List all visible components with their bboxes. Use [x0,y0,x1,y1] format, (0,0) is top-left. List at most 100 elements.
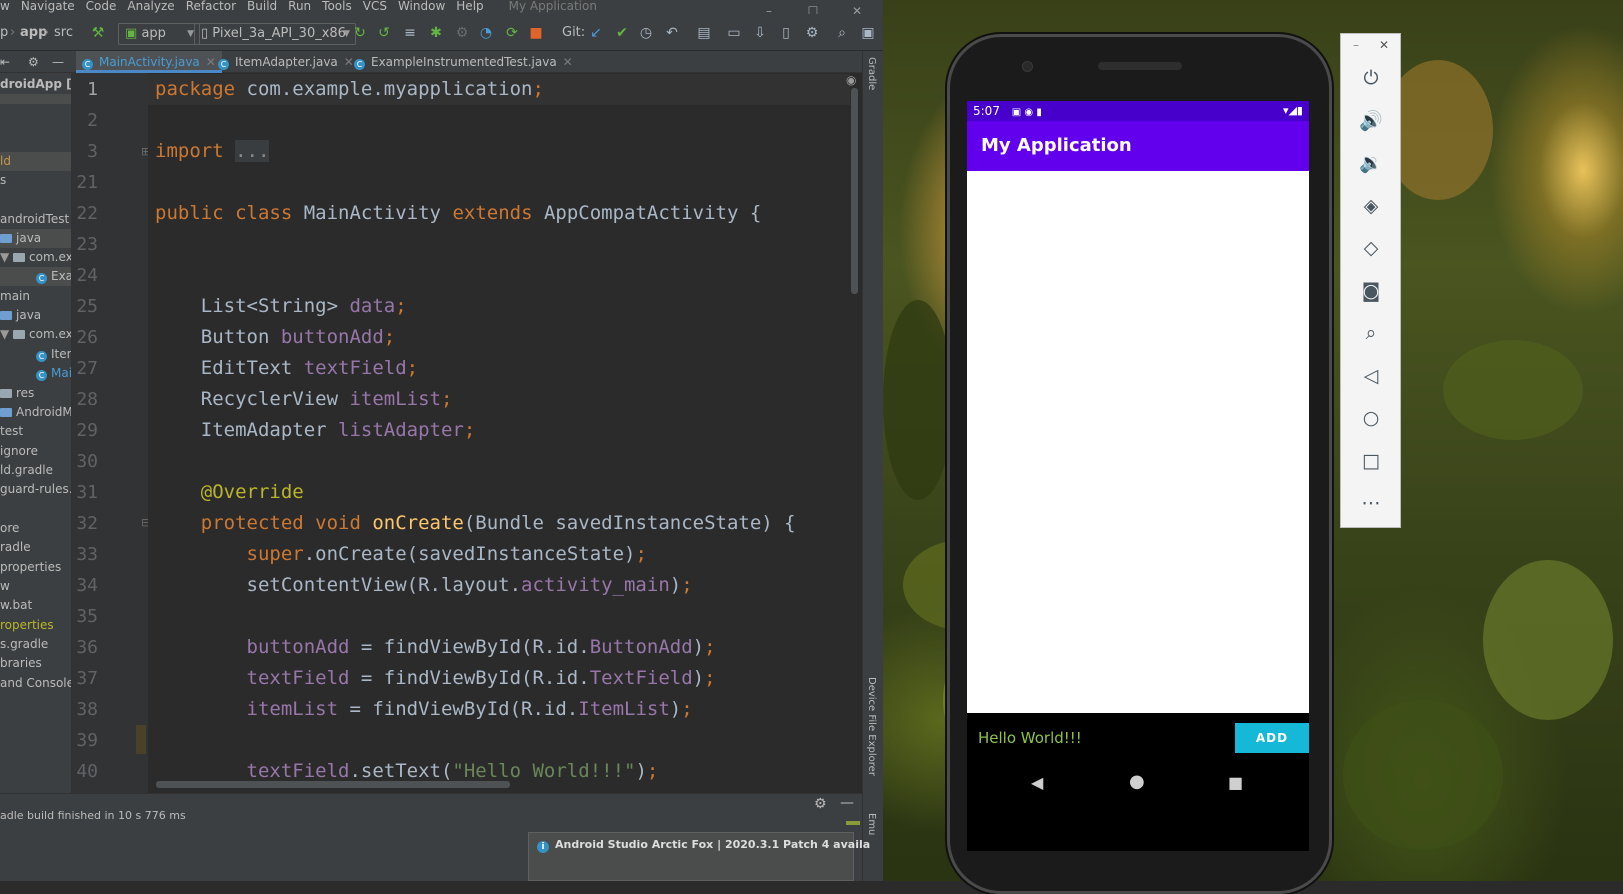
sync-icon[interactable]: ⟳ [504,25,520,41]
tab-main-activity[interactable]: C MainActivity.java ✕ [76,51,222,73]
menu-item-build[interactable]: Build [247,0,277,12]
text-field[interactable]: Hello World!!! [978,729,1082,747]
gear-icon[interactable]: ⚙ [814,796,827,812]
code-line-37[interactable]: textField = findViewById(R.id.TextField)… [155,663,716,694]
tree-item-settings-gradle[interactable]: s.gradle [0,635,48,654]
attach-debugger-icon[interactable]: ⚙ [454,25,470,41]
apply-changes-icon[interactable]: ↻ [352,25,368,41]
tree-item[interactable]: s [0,171,6,190]
run-config-select[interactable]: ▣ app ▼ [118,23,200,45]
tree-item-external-libraries[interactable]: braries [0,654,42,673]
tree-item-android-test[interactable]: androidTest [0,210,69,229]
project-root[interactable]: droidApp [My [0,75,71,94]
gradle-tool-button[interactable]: Gradle [866,57,877,90]
menu-item-navigate[interactable]: Navigate [21,0,75,12]
home-nav-icon[interactable]: ● [1129,771,1145,792]
menu-item-help[interactable]: Help [456,0,483,12]
history-icon[interactable]: ◷ [638,25,654,41]
tree-item-gradlew-bat[interactable]: w.bat [0,596,32,615]
tree-item-class[interactable]: C Mai [0,364,71,383]
close-icon[interactable]: ✕ [1379,38,1389,52]
folded-imports[interactable]: ... [235,140,270,162]
minimize-panel-icon[interactable]: — [840,795,854,811]
avd-manager-icon[interactable]: ▭ [726,25,742,41]
inspector-icon[interactable]: ⚙ [804,25,820,41]
add-button[interactable]: ADD [1235,723,1309,753]
tree-item-java[interactable]: java [0,229,71,248]
tree-item-test[interactable]: test [0,422,23,441]
code-line-22[interactable]: public class MainActivity extends AppCom… [155,198,761,229]
stop-icon[interactable]: ■ [528,25,544,41]
tree-item-build-gradle[interactable]: ld.gradle [0,461,53,480]
project-structure-icon[interactable]: ▤ [696,25,712,41]
recents-nav-icon[interactable]: ■ [1228,773,1243,792]
git-commit-icon[interactable]: ✔ [614,25,630,41]
code-line-26[interactable]: Button buttonAdd; [155,322,396,353]
code-line-27[interactable]: EditText textField; [155,353,418,384]
tree-item-build[interactable]: ld [0,152,71,171]
update-notification[interactable]: i Android Studio Arctic Fox | 2020.3.1 Pa… [528,832,870,881]
back-nav-icon[interactable]: ◀ [1031,773,1043,792]
tree-item-package[interactable]: ▼ com.ex [0,325,71,344]
minimize-panel-icon[interactable]: — [52,51,64,73]
tree-item-package[interactable]: ▼ com.ex [0,248,71,267]
volume-up-icon[interactable]: 🔊 [1359,109,1383,133]
code-line-29[interactable]: ItemAdapter listAdapter; [155,415,476,446]
sdk-manager-icon[interactable]: ⇩ [752,25,768,41]
tab-item-adapter[interactable]: C ItemAdapter.java ✕ [212,51,360,73]
tree-selection[interactable] [0,94,71,104]
rotate-left-icon[interactable]: ◈ [1359,194,1383,218]
tree-item-gradlew[interactable]: w [0,577,10,596]
code-line-31[interactable]: @Override [155,477,304,508]
close-tab-icon[interactable]: ✕ [563,55,573,69]
debug-icon[interactable]: ✱ [428,25,444,41]
gear-icon[interactable]: ⚙ [28,51,39,73]
back-icon[interactable]: ◁ [1359,364,1383,388]
search-icon[interactable]: ⌕ [834,25,850,41]
editor-horizontal-scrollbar[interactable] [156,781,510,788]
code-editor[interactable]: package com.example.myapplication; impor… [148,73,850,793]
menu-item-window[interactable]: Window [398,0,445,12]
tree-item-manifest[interactable]: AndroidM [0,403,71,422]
tree-item-local-properties[interactable]: roperties [0,616,54,635]
reader-mode-icon[interactable]: ◉ [846,73,856,87]
code-line-33[interactable]: super.onCreate(savedInstanceState); [155,539,647,570]
minimize-icon[interactable]: – [1353,38,1359,52]
code-line-25[interactable]: List<String> data; [155,291,407,322]
menu-item-view[interactable]: w [0,0,10,12]
zoom-icon[interactable]: ⌕ [1359,321,1383,345]
volume-down-icon[interactable]: 🔉 [1359,151,1383,175]
home-icon[interactable]: ○ [1359,406,1383,430]
tree-item-java[interactable]: java [0,306,41,325]
breadcrumb-p[interactable]: p [0,23,8,43]
menu-item-code[interactable]: Code [86,0,117,12]
tree-item-root-gradle[interactable]: radle [0,538,31,557]
device-file-explorer-tool-button[interactable]: Device File Explorer [866,677,877,776]
code-line-1[interactable]: package com.example.myapplication; [148,74,850,105]
editor-vertical-scrollbar[interactable] [851,88,858,294]
code-line-32[interactable]: protected void onCreate(Bundle savedInst… [155,508,796,539]
menu-item-tools[interactable]: Tools [322,0,352,12]
rotate-right-icon[interactable]: ◇ [1359,236,1383,260]
tree-item-class[interactable]: C Exa [0,267,71,286]
code-line-36[interactable]: buttonAdd = findViewById(R.id.ButtonAdd)… [155,632,716,663]
emulator-tool-button[interactable]: Emu [866,813,877,835]
tree-item-gradle-properties[interactable]: properties [0,558,61,577]
menu-item-refactor[interactable]: Refactor [186,0,236,12]
tree-item-res[interactable]: res [0,384,34,403]
code-line-34[interactable]: setContentView(R.layout.activity_main); [155,570,693,601]
tree-item-gitignore[interactable]: ignore [0,442,38,461]
camera-icon[interactable]: ◙ [1359,279,1383,303]
code-line-38[interactable]: itemList = findViewById(R.id.ItemList); [155,694,693,725]
code-line-3[interactable]: import ... [155,136,270,167]
tree-item-gitignore-root[interactable]: ore [0,519,19,538]
git-update-icon[interactable]: ↙ [588,25,604,41]
hammer-icon[interactable]: ⚒ [90,25,106,41]
tree-item-main[interactable]: main [0,287,30,306]
apply-code-changes-icon[interactable]: ↺ [376,25,392,41]
tree-item-proguard[interactable]: guard-rules.pr [0,480,71,499]
menu-item-run[interactable]: Run [288,0,311,12]
account-icon[interactable]: ▣ [860,25,876,41]
device-manager-icon[interactable]: ▯ [778,25,794,41]
list-icon[interactable]: ≡ [402,25,418,41]
